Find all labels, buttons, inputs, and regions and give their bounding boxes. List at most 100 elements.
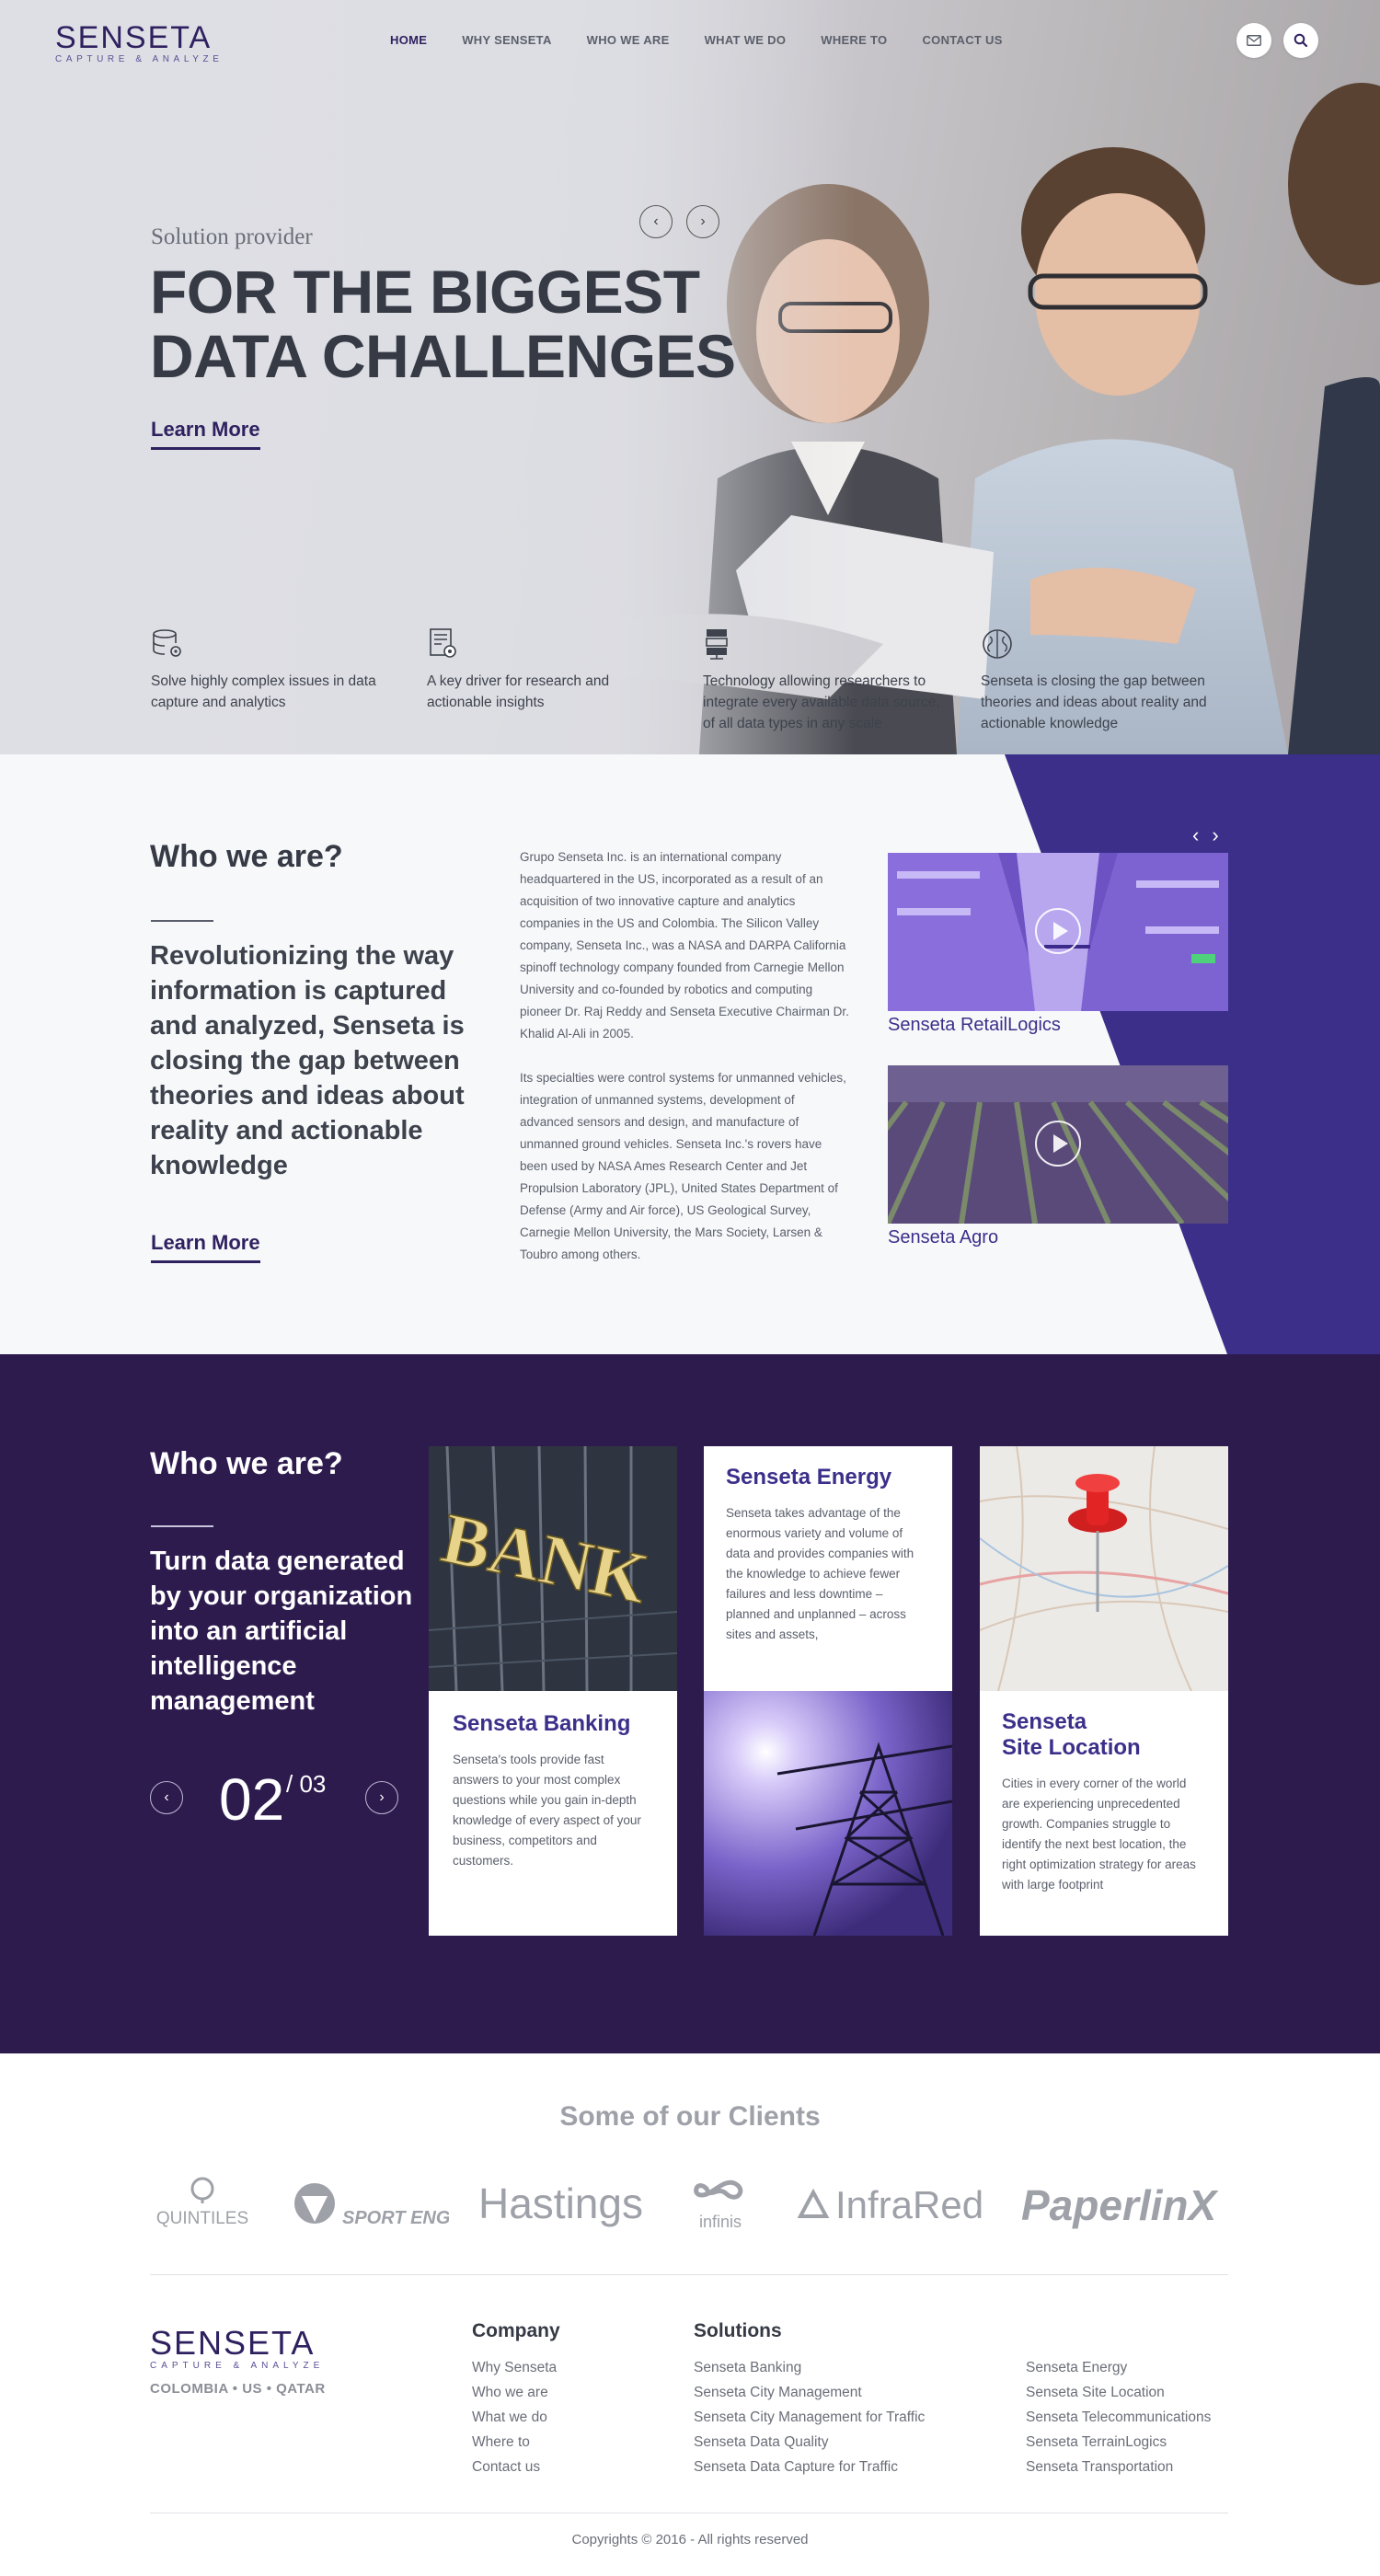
footer-link[interactable]: Why Senseta [472,2355,560,2380]
footer-company-column: Company Why Senseta Who we are What we d… [472,2320,560,2479]
heading-divider [151,920,213,922]
pager-next-button[interactable]: › [365,1781,398,1814]
solution-card-banking[interactable]: Senseta Banking Senseta's tools provide … [429,1691,677,1936]
feature-text: Senseta is closing the gap between theor… [981,673,1207,731]
footer-link[interactable]: Senseta Telecommunications [1026,2405,1211,2430]
pager-total: / 03 [286,1770,327,1798]
footer-link[interactable]: Senseta City Management for Traffic [694,2405,925,2430]
footer-locations: COLOMBIA • US • QATAR [150,2381,326,2397]
server-icon [706,629,728,660]
video-thumbnail[interactable] [888,1065,1228,1224]
video-card-agro[interactable]: Senseta Agro [888,1065,1228,1248]
nav-home[interactable]: HOME [390,33,427,47]
nav-why-senseta[interactable]: WHY SENSETA [462,33,551,47]
footer-link[interactable]: Senseta Site Location [1026,2380,1211,2405]
footer-link[interactable]: Senseta Energy [1026,2355,1211,2380]
footer-column-title: Company [472,2320,560,2341]
video-card-retaillogics[interactable]: Senseta RetailLogics [888,853,1228,1036]
client-name: QUINTILES [156,2209,248,2228]
solution-card-text: Cities in every corner of the world are … [1002,1777,1196,1892]
chevron-left-icon[interactable]: ‹ [1192,823,1212,846]
feature-item: Technology allowing researchers to integ… [703,627,951,734]
feature-text: Solve highly complex issues in data capt… [151,673,376,710]
client-name: infinis [699,2213,742,2231]
client-logo-infinis: infinis [688,2171,753,2236]
hero-title: FOR THE BIGGEST DATA CHALLENGES [150,259,736,388]
solution-card-text: Senseta takes advantage of the enormous … [726,1506,914,1641]
feature-item: Solve highly complex issues in data capt… [151,627,399,713]
hero-section: SENSETA CAPTURE & ANALYZE HOME WHY SENSE… [0,0,1380,754]
mail-button[interactable] [1236,23,1271,58]
chevron-right-icon[interactable]: › [1212,823,1231,846]
pager-current: 02 [219,1766,285,1833]
video-carousel-arrows: ‹› [1192,823,1232,847]
solution-card-title: Senseta Energy [726,1465,892,1489]
footer-logo-wordmark: SENSETA [150,2324,316,2362]
section-heading: Who we are? [150,1446,343,1481]
hero-title-line-1: FOR THE BIGGEST [150,258,700,326]
client-name: SPORT ENGLAND [342,2208,449,2228]
chevron-left-icon: ‹ [653,213,659,229]
client-logo-infrared: InfraRed [797,2171,992,2236]
feature-item: A key driver for research and actionable… [427,627,675,713]
footer-column-spacer [1026,2320,1211,2344]
feature-text: Technology allowing researchers to integ… [703,673,940,731]
video-caption: Senseta RetailLogics [888,1015,1061,1035]
logo-wordmark: SENSETA [55,20,213,55]
play-icon[interactable] [1035,1121,1081,1167]
client-name: Hastings [478,2179,643,2227]
section-lead-text: Revolutionizing the way information is c… [150,941,465,1180]
document-gear-icon [430,628,456,658]
footer-link[interactable]: Senseta Data Capture for Traffic [694,2455,925,2479]
solution-card-energy[interactable]: Senseta Energy Senseta takes advantage o… [704,1446,952,1691]
nav-contact-us[interactable]: CONTACT US [922,33,1002,47]
footer-link[interactable]: Senseta TerrainLogics [1026,2430,1211,2455]
clients-heading: Some of our Clients [559,2101,821,2132]
client-logo-paperlinx: PaperlinX [1019,2171,1231,2236]
slide-pager: ‹ 02 / 03 › [150,1770,400,1829]
footer-logo-tagline: CAPTURE & ANALYZE [150,2361,325,2371]
footer-logo[interactable]: SENSETA CAPTURE & ANALYZE [150,2324,324,2371]
nav-where-to[interactable]: WHERE TO [821,33,887,47]
company-description: Grupo Senseta Inc. is an international c… [520,846,851,1266]
client-name: InfraRed [835,2183,983,2226]
footer-link[interactable]: Contact us [472,2455,560,2479]
solution-card-site-location[interactable]: Senseta Site Location Cities in every cor… [980,1691,1228,1936]
title-line-2: Site Location [1002,1735,1141,1760]
main-nav: HOME WHY SENSETA WHO WE ARE WHAT WE DO W… [390,33,1038,47]
footer-solutions-column: Solutions Senseta Banking Senseta City M… [694,2320,925,2479]
footer-column-title: Solutions [694,2320,782,2341]
hero-learn-more-link[interactable]: Learn More [151,418,260,450]
solution-card-title: Senseta Banking [453,1711,631,1736]
footer-link[interactable]: Who we are [472,2380,560,2405]
mail-icon [1247,35,1261,46]
chevron-right-icon: › [700,213,706,229]
footer-link[interactable]: Senseta City Management [694,2380,925,2405]
play-icon[interactable] [1035,908,1081,954]
logo-tagline: CAPTURE & ANALYZE [55,54,224,64]
pager-prev-button[interactable]: ‹ [150,1781,183,1814]
footer-link[interactable]: Senseta Data Quality [694,2430,925,2455]
who-we-are-section: Who we are? Revolutionizing the way info… [0,754,1380,1354]
description-paragraph-2: Its specialties were control systems for… [520,1071,846,1261]
copyright-text: Copyrights © 2016 - All rights reserved [571,2532,809,2547]
who-learn-more-link[interactable]: Learn More [151,1231,260,1263]
video-thumbnail[interactable] [888,853,1228,1011]
footer-link[interactable]: What we do [472,2405,560,2430]
feature-item: Senseta is closing the gap between theor… [981,627,1229,734]
power-tower-image [704,1691,952,1936]
hero-prev-arrow[interactable]: ‹ [639,205,673,238]
nav-what-we-do[interactable]: WHAT WE DO [705,33,787,47]
database-gear-icon [153,629,181,657]
footer-link[interactable]: Senseta Banking [694,2355,925,2380]
video-caption: Senseta Agro [888,1227,999,1248]
nav-who-we-are[interactable]: WHO WE ARE [587,33,670,47]
footer-solutions-column-2: Senseta Energy Senseta Site Location Sen… [1026,2320,1211,2479]
hero-next-arrow[interactable]: › [686,205,719,238]
brand-logo[interactable]: SENSETA CAPTURE & ANALYZE [55,20,224,64]
chevron-left-icon: ‹ [164,1789,169,1805]
footer-link[interactable]: Where to [472,2430,560,2455]
search-button[interactable] [1283,23,1318,58]
solution-card-text: Senseta's tools provide fast answers to … [453,1753,641,1868]
footer-link[interactable]: Senseta Transportation [1026,2455,1211,2479]
